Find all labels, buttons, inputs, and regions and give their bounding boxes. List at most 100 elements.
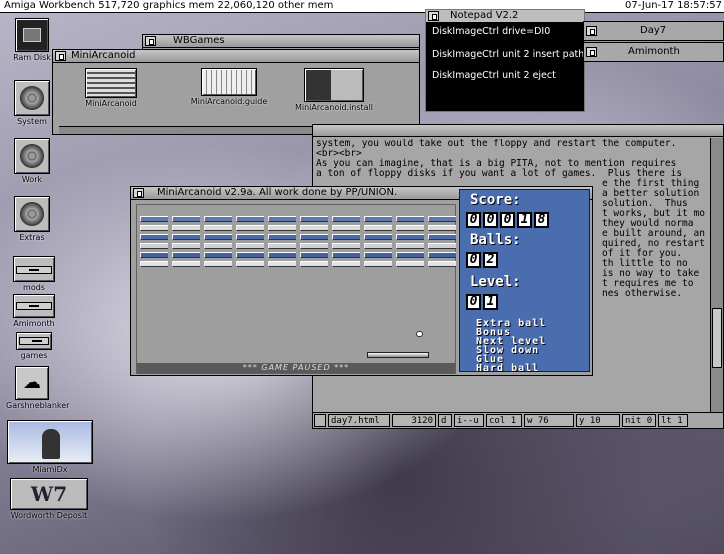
status-col: col 1 — [486, 414, 522, 427]
close-icon[interactable] — [55, 51, 66, 61]
brick — [204, 261, 232, 267]
brick — [204, 216, 232, 222]
brick — [236, 243, 264, 249]
close-icon[interactable] — [145, 36, 156, 46]
status-width: w 76 — [524, 414, 574, 427]
score-digits: 00018 — [466, 212, 549, 228]
editor-title-bar[interactable] — [313, 125, 723, 137]
garshneblanker-icon[interactable]: ☁ Garshneblanker — [6, 366, 69, 410]
brick — [140, 252, 168, 258]
brick — [268, 216, 296, 222]
digit: 1 — [517, 212, 532, 228]
scroll-knob[interactable] — [712, 308, 722, 368]
close-icon[interactable] — [586, 47, 597, 57]
legend-item: Hard ball — [476, 363, 540, 374]
brick — [140, 216, 168, 222]
brick — [428, 225, 456, 231]
system-disk-icon[interactable]: System — [10, 80, 54, 126]
brick — [268, 252, 296, 258]
score-panel: Score: 00018 Balls: 02 Level: 01 Extra b… — [459, 189, 590, 374]
digit: 0 — [483, 212, 498, 228]
miamidx-icon[interactable]: MiamiDx — [6, 420, 94, 474]
brick — [172, 252, 200, 258]
games-drawer-icon[interactable]: games — [14, 332, 54, 360]
day7-window[interactable]: Day7 — [583, 21, 724, 41]
paddle[interactable] — [367, 352, 429, 358]
brick — [204, 234, 232, 240]
playfield[interactable]: *** GAME PAUSED *** — [136, 204, 456, 374]
miniarcanoid-guide-icon[interactable]: MiniArcanoid.guide — [181, 68, 277, 106]
brick — [140, 225, 168, 231]
brick — [364, 234, 392, 240]
digit: 0 — [466, 212, 481, 228]
amimonth-drawer-icon[interactable]: Amimonth — [10, 294, 58, 328]
brick — [236, 225, 264, 231]
close-icon[interactable] — [133, 188, 144, 198]
screen-title-bar: Amiga Workbench 517,720 graphics mem 22,… — [0, 0, 724, 13]
wordworth-deposit-icon[interactable]: W7 Wordworth Deposit — [6, 478, 92, 520]
brick — [364, 261, 392, 267]
brick — [268, 225, 296, 231]
screen-title: Amiga Workbench 517,720 graphics mem 22,… — [4, 0, 334, 11]
brick — [396, 225, 424, 231]
wbgames-title-bar[interactable]: WBGames — [143, 35, 419, 48]
extras-disk-icon[interactable]: Extras — [10, 196, 54, 242]
miniarcanoid-program-icon[interactable]: MiniArcanoid — [81, 68, 141, 108]
brick — [172, 225, 200, 231]
work-disk-icon[interactable]: Work — [10, 138, 54, 184]
brick — [396, 243, 424, 249]
level-label: Level: — [470, 274, 521, 290]
close-icon[interactable] — [314, 414, 326, 427]
brick — [268, 243, 296, 249]
notepad-title-bar[interactable]: Notepad V2.2 — [426, 10, 584, 23]
ram-disk-icon[interactable]: Ram Disk — [10, 18, 54, 62]
editor-status-bar: day7.html 3120 d i--u col 1 w 76 y 10 ni… — [313, 412, 723, 428]
brick — [300, 243, 328, 249]
digit: 0 — [466, 294, 481, 310]
notepad-window[interactable]: Notepad V2.2 DiskImageCtrl drive=DI0 Dis… — [425, 9, 585, 112]
vertical-scrollbar[interactable] — [710, 138, 723, 412]
brick — [140, 234, 168, 240]
brick — [236, 234, 264, 240]
close-icon[interactable] — [428, 11, 439, 21]
brick — [236, 216, 264, 222]
brick — [364, 252, 392, 258]
digit: 0 — [466, 252, 481, 268]
digit: 0 — [500, 212, 515, 228]
brick — [140, 261, 168, 267]
brick — [364, 243, 392, 249]
notepad-line: DiskImageCtrl unit 2 eject — [432, 70, 556, 81]
brick — [300, 234, 328, 240]
miniarcanoid-install-icon[interactable]: MiniArcanoid.install — [289, 68, 379, 112]
score-label: Score: — [470, 192, 521, 208]
editor-line: system, you would take out the floppy an… — [316, 139, 677, 149]
status-y: y 10 — [576, 414, 620, 427]
brick — [236, 252, 264, 258]
notepad-line: DiskImageCtrl drive=DI0 — [432, 26, 551, 37]
brick — [428, 234, 456, 240]
brick — [364, 225, 392, 231]
brick — [428, 216, 456, 222]
brick — [364, 216, 392, 222]
mods-drawer-icon[interactable]: mods — [12, 256, 56, 292]
brick — [300, 216, 328, 222]
balls-digits: 02 — [466, 252, 498, 268]
miniarcanoid-drawer-window[interactable]: MiniArcanoid MiniArcanoid MiniArcanoid.g… — [52, 49, 420, 135]
brick — [204, 252, 232, 258]
miniarcanoid-drawer-title-bar[interactable]: MiniArcanoid — [53, 50, 419, 63]
close-icon[interactable] — [586, 26, 597, 36]
brick — [268, 234, 296, 240]
brick — [332, 216, 360, 222]
brick — [172, 243, 200, 249]
miniarcanoid-game-window[interactable]: MiniArcanoid v2.9a. All work done by PP/… — [130, 186, 593, 376]
digit: 8 — [534, 212, 549, 228]
digit: 1 — [483, 294, 498, 310]
brick — [332, 261, 360, 267]
amimonth-window[interactable]: Amimonth — [583, 42, 724, 62]
status-nit: nit 0 — [622, 414, 656, 427]
clock: 07-Jun-17 18:57:57 — [625, 0, 722, 11]
brick — [428, 252, 456, 258]
notepad-line: DiskImageCtrl unit 2 insert path — [432, 49, 585, 60]
brick — [300, 261, 328, 267]
status-lt: lt 1 — [658, 414, 688, 427]
